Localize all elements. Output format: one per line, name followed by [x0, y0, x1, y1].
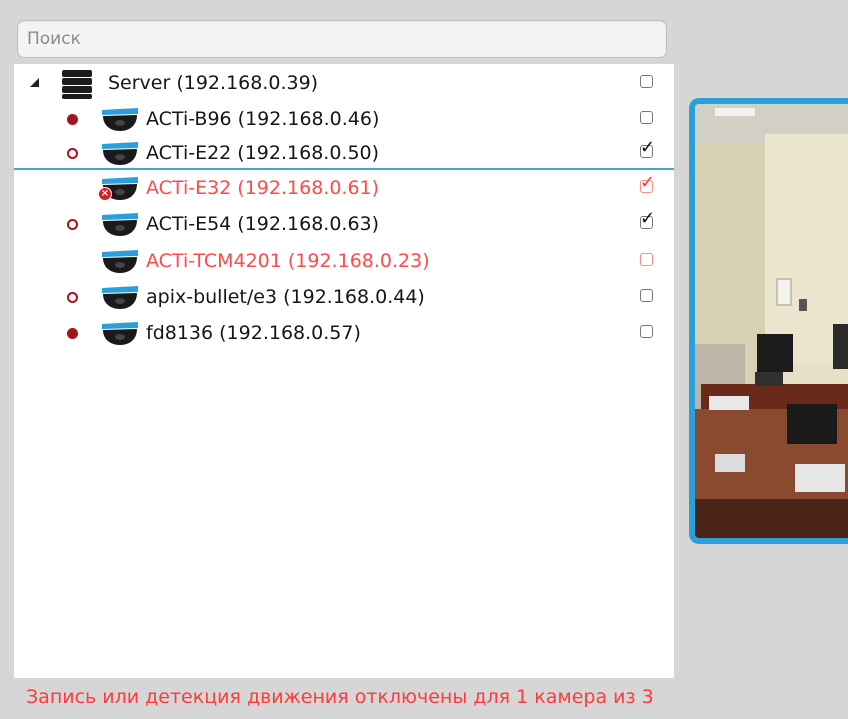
dome-camera-icon: [102, 250, 138, 273]
tree-row-camera[interactable]: fd8136 (192.168.0.57): [14, 316, 674, 350]
tree-row-camera[interactable]: × ACTi-E32 (192.168.0.61) ✓: [14, 171, 674, 205]
recording-dot-icon: [67, 328, 78, 339]
idle-dot-icon: [67, 148, 78, 159]
checkmark-icon: ✓: [640, 208, 656, 229]
camera-label: ACTi-TCM4201 (192.168.0.23): [146, 250, 430, 272]
recording-dot-icon: [67, 114, 78, 125]
dome-camera-icon: [102, 142, 138, 165]
idle-dot-icon: [67, 219, 78, 230]
camera-label: ACTi-E22 (192.168.0.50): [146, 142, 380, 164]
tree-row-server[interactable]: Server (192.168.0.39): [14, 66, 674, 100]
camera-tree: Server (192.168.0.39) ACTi-B96 (192.168.…: [14, 64, 674, 678]
dome-camera-icon: [102, 286, 138, 309]
dome-camera-icon: [102, 322, 138, 345]
camera-label: ACTi-B96 (192.168.0.46): [146, 108, 380, 130]
camera-checkbox[interactable]: [640, 253, 653, 266]
checkmark-icon: ✓: [640, 172, 656, 193]
camera-label: ACTi-E54 (192.168.0.63): [146, 213, 380, 235]
camera-checkbox[interactable]: ✓: [640, 210, 655, 229]
camera-checkbox[interactable]: ✓: [640, 139, 655, 158]
tree-row-camera[interactable]: apix-bullet/e3 (192.168.0.44): [14, 280, 674, 314]
selection-divider: [14, 168, 674, 170]
camera-checkbox[interactable]: [640, 325, 653, 338]
idle-dot-icon: [67, 292, 78, 303]
server-label: Server (192.168.0.39): [108, 72, 319, 94]
tree-row-camera[interactable]: ACTi-B96 (192.168.0.46): [14, 102, 674, 136]
triangle-expanded-icon[interactable]: [30, 78, 39, 87]
tree-row-camera[interactable]: ACTi-E22 (192.168.0.50) ✓: [14, 136, 674, 170]
camera-label: ACTi-E32 (192.168.0.61): [146, 177, 380, 199]
camera-checkbox[interactable]: [640, 111, 653, 124]
camera-error-icon: ×: [98, 187, 112, 201]
camera-label: apix-bullet/e3 (192.168.0.44): [146, 286, 425, 308]
camera-preview-image: [695, 104, 848, 538]
status-message: Запись или детекция движения отключены д…: [26, 686, 654, 708]
search-box[interactable]: [17, 20, 667, 58]
tree-row-camera[interactable]: ACTi-TCM4201 (192.168.0.23): [14, 244, 674, 278]
server-checkbox[interactable]: [640, 75, 653, 88]
server-stack-icon: [62, 69, 92, 99]
dome-camera-icon: [102, 108, 138, 131]
camera-checkbox[interactable]: [640, 289, 653, 302]
camera-preview[interactable]: [689, 98, 848, 544]
dome-camera-icon: [102, 213, 138, 236]
camera-label: fd8136 (192.168.0.57): [146, 322, 361, 344]
tree-row-camera[interactable]: ACTi-E54 (192.168.0.63) ✓: [14, 207, 674, 241]
checkmark-icon: ✓: [640, 137, 656, 158]
search-input[interactable]: [18, 21, 666, 57]
camera-checkbox[interactable]: ✓: [640, 174, 655, 193]
